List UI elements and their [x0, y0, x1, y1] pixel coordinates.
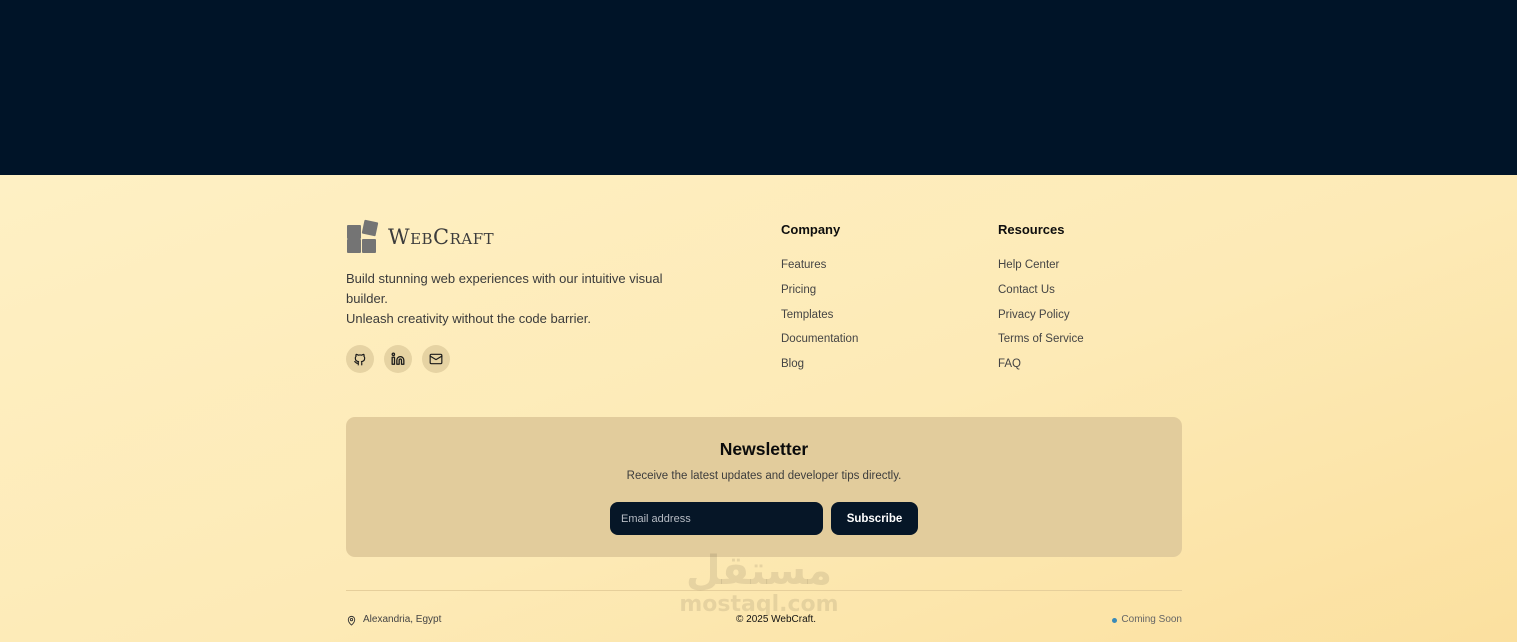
brand-name: WebCraft — [388, 224, 495, 249]
footer-link-templates[interactable]: Templates — [781, 309, 833, 321]
resources-heading: Resources — [998, 222, 1065, 237]
footer-link-privacy-policy[interactable]: Privacy Policy — [998, 309, 1070, 321]
newsletter-form: Subscribe — [610, 502, 918, 535]
email-input[interactable] — [610, 502, 823, 535]
brand-logo[interactable]: WebCraft — [346, 219, 495, 253]
footer-link-faq[interactable]: FAQ — [998, 358, 1021, 370]
status-badge: Coming Soon — [1112, 613, 1182, 627]
hero-dark-band — [0, 0, 1517, 175]
tagline-line-2: Unleash creativity without the code barr… — [346, 311, 591, 326]
mail-icon — [429, 353, 443, 365]
footer-link-terms-of-service[interactable]: Terms of Service — [998, 333, 1084, 345]
footer-link-documentation[interactable]: Documentation — [781, 333, 858, 345]
github-link[interactable] — [346, 345, 374, 373]
footer-link-blog[interactable]: Blog — [781, 358, 804, 370]
location-text: Alexandria, Egypt — [363, 614, 442, 625]
company-links: Company Features Pricing Templates Docum… — [781, 222, 858, 381]
status-dot-icon — [1112, 617, 1118, 623]
footer-link-contact-us[interactable]: Contact Us — [998, 284, 1055, 296]
subscribe-button[interactable]: Subscribe — [831, 502, 918, 535]
github-icon — [354, 353, 366, 366]
email-link[interactable] — [422, 345, 450, 373]
newsletter-description: Receive the latest updates and developer… — [626, 470, 902, 482]
footer-link-help-center[interactable]: Help Center — [998, 259, 1059, 271]
resources-links: Resources Help Center Contact Us Privacy… — [998, 222, 1084, 381]
site-footer — [0, 175, 1517, 642]
footer-link-pricing[interactable]: Pricing — [781, 284, 816, 296]
newsletter-card: Newsletter Receive the latest updates an… — [346, 417, 1182, 557]
tagline-line-1: Build stunning web experiences with our … — [346, 271, 663, 306]
logo-blocks-icon — [346, 219, 379, 253]
footer-divider — [346, 590, 1182, 591]
linkedin-icon — [391, 352, 405, 365]
brand-tagline: Build stunning web experiences with our … — [346, 269, 666, 329]
company-heading: Company — [781, 222, 841, 237]
status-text: Coming Soon — [1121, 614, 1182, 625]
newsletter-title: Newsletter — [719, 439, 809, 459]
footer-link-features[interactable]: Features — [781, 259, 826, 271]
copyright: © 2025 WebCraft. — [736, 614, 816, 625]
linkedin-link[interactable] — [384, 345, 412, 373]
location: Alexandria, Egypt — [346, 613, 441, 627]
social-links — [346, 345, 450, 373]
map-pin-icon — [347, 615, 356, 626]
